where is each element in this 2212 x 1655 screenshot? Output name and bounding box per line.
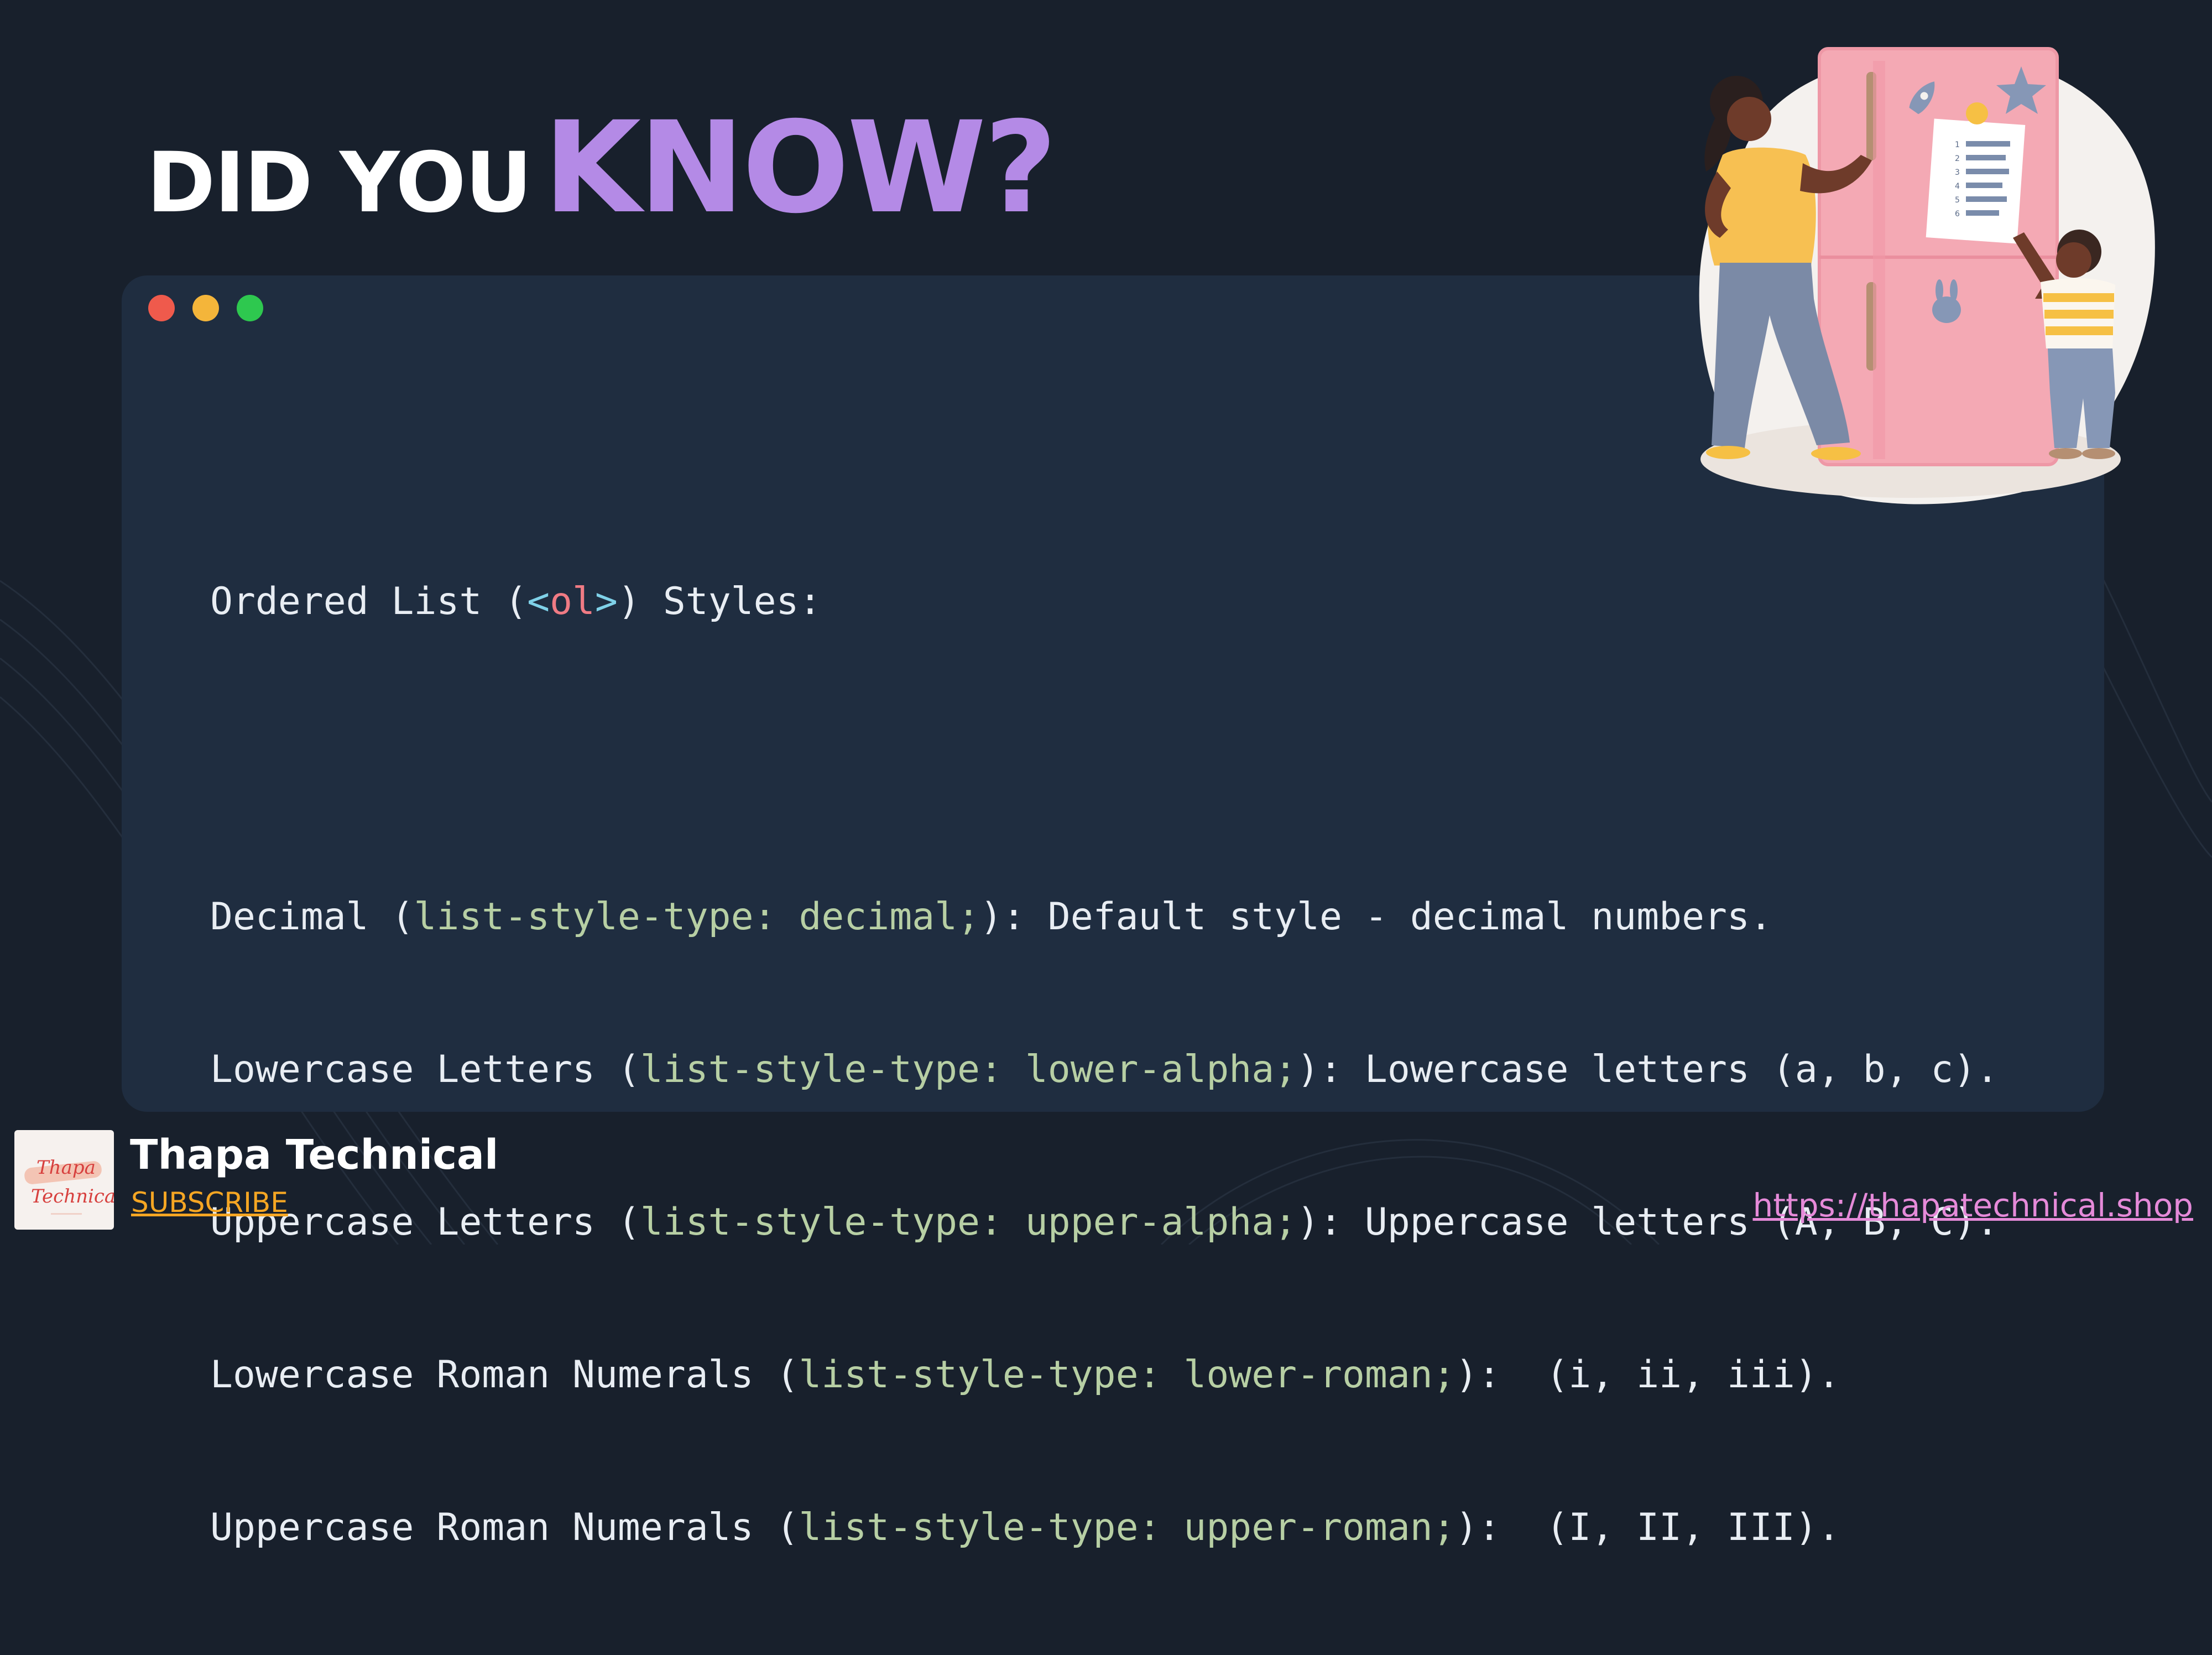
fridge [1818, 47, 2059, 466]
website-link[interactable]: https://thapatechnical.shop [1752, 1186, 2193, 1224]
chart-number: 1 [1955, 140, 1960, 149]
tag-close-bracket: > [595, 580, 618, 623]
code-line-lower-alpha: Lowercase Letters (list-style-type: lowe… [210, 1044, 1999, 1095]
window-controls [148, 295, 263, 321]
style-description: ): (I, II, III). [1455, 1506, 1840, 1549]
code-line-upper-roman: Uppercase Roman Numerals (list-style-typ… [210, 1502, 1999, 1553]
chart-number: 3 [1955, 168, 1960, 177]
maximize-dot [237, 295, 263, 321]
code-spacer [210, 729, 1999, 790]
code-title-after: ) Styles: [617, 580, 822, 623]
logo-text-line1: Thapa [36, 1157, 96, 1179]
code-line-decimal: Decimal (list-style-type: decimal;): Def… [210, 892, 1999, 943]
style-description: ): Default style - decimal numbers. [979, 895, 1772, 939]
channel-name: Thapa Technical [130, 1131, 499, 1179]
style-property: list-style-type: upper-alpha; [640, 1200, 1297, 1244]
code-content: Ordered List (<ol>) Styles: Decimal (lis… [210, 475, 1999, 1655]
subscribe-link[interactable]: SUBSCRIBE [131, 1186, 288, 1219]
style-description: ): (i, ii, iii). [1455, 1353, 1840, 1397]
style-description: ): Lowercase letters (a, b, c). [1297, 1048, 1999, 1091]
logo-underline [51, 1213, 82, 1215]
chart-number: 6 [1955, 210, 1960, 218]
code-title-before: Ordered List ( [210, 580, 528, 623]
chart-number: 4 [1955, 182, 1960, 191]
logo-text-line2: Technical [31, 1185, 114, 1208]
chart-number: 2 [1955, 154, 1960, 163]
style-property: list-style-type: lower-alpha; [640, 1048, 1297, 1091]
chart-number: 5 [1955, 196, 1960, 205]
tag-name: ol [550, 580, 595, 623]
close-dot [148, 295, 175, 321]
style-property: list-style-type: upper-roman; [799, 1506, 1455, 1549]
headline-know: KNOW? [543, 94, 1057, 241]
style-name: Lowercase Letters ( [210, 1048, 640, 1091]
style-name: Lowercase Roman Numerals ( [210, 1353, 799, 1397]
style-property: list-style-type: lower-roman; [799, 1353, 1455, 1397]
code-line-upper-alpha: Uppercase Letters (list-style-type: uppe… [210, 1197, 1999, 1248]
style-name: Uppercase Roman Numerals ( [210, 1506, 799, 1549]
code-title-line: Ordered List (<ol>) Styles: [210, 576, 1999, 627]
family-fridge-illustration: 1 2 3 4 5 6 [1699, 47, 2155, 504]
style-property: list-style-type: decimal; [414, 895, 980, 939]
style-name: Decimal ( [210, 895, 414, 939]
headline: DID YOUKNOW? [147, 94, 1057, 241]
minimize-dot [192, 295, 219, 321]
tag-open-bracket: < [527, 580, 550, 623]
code-line-lower-roman: Lowercase Roman Numerals (list-style-typ… [210, 1350, 1999, 1401]
headline-did-you: DID YOU [147, 135, 533, 231]
channel-logo[interactable]: Thapa Technical [14, 1130, 114, 1230]
